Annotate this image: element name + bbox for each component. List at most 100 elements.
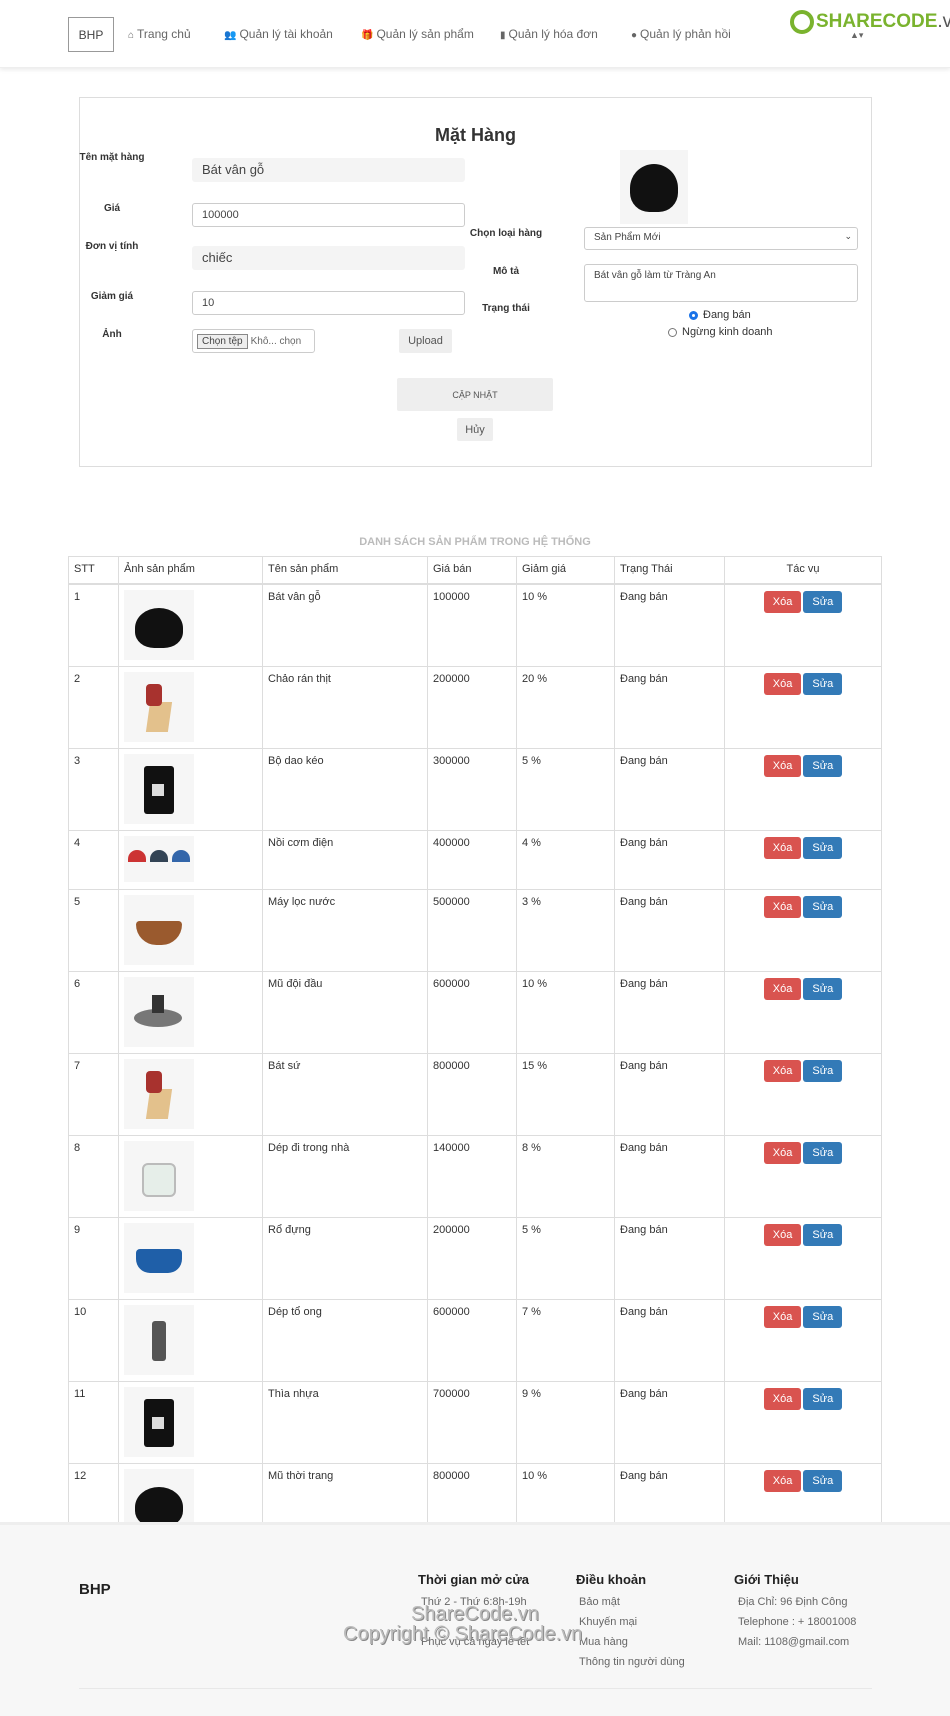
- cell-stt: 11: [68, 1380, 119, 1464]
- edit-button[interactable]: Sửa: [803, 895, 843, 918]
- cell-actions: Xóa Sửa: [724, 747, 882, 831]
- delete-button[interactable]: Xóa: [763, 754, 802, 777]
- radio-unchecked-icon[interactable]: [668, 327, 677, 337]
- cell-image: [118, 747, 263, 831]
- radio-checked-icon[interactable]: [689, 310, 698, 320]
- footer-link-userinfo[interactable]: Thông tin người dùng: [579, 1656, 685, 1668]
- cell-actions: Xóa Sửa: [724, 888, 882, 972]
- delete-button[interactable]: Xóa: [763, 1223, 802, 1246]
- nav-label: Quản lý tài khoản: [239, 27, 333, 41]
- delete-button[interactable]: Xóa: [763, 1141, 802, 1164]
- nav-label: Quản lý sản phẩm: [376, 27, 474, 41]
- footer-link-promo[interactable]: Khuyến mại: [579, 1616, 637, 1628]
- price-input[interactable]: 100000: [192, 203, 465, 227]
- cell-discount: 15 %: [516, 1052, 615, 1136]
- product-table: STT Ảnh sản phẩm Tên sản phẩm Giá bán Gi…: [68, 556, 882, 1546]
- delete-button[interactable]: Xóa: [763, 977, 802, 1000]
- edit-button[interactable]: Sửa: [803, 672, 843, 695]
- cell-image: [118, 1298, 263, 1382]
- name-field[interactable]: Bát vân gỗ: [192, 158, 465, 182]
- cell-stt: 9: [68, 1216, 119, 1300]
- update-button[interactable]: CẬP NHẬT: [397, 378, 553, 411]
- cell-image: [118, 583, 263, 667]
- choose-file-button[interactable]: Chọn tệp: [197, 333, 248, 349]
- description-textarea[interactable]: Bát vân gỗ làm từ Tràng An: [584, 264, 858, 302]
- discount-label: Giảm giá: [90, 291, 134, 302]
- footer-link-privacy[interactable]: Bảo mật: [579, 1596, 620, 1608]
- cell-status: Đang bán: [614, 1380, 725, 1464]
- edit-button[interactable]: Sửa: [803, 977, 843, 1000]
- cell-price: 400000: [427, 829, 517, 890]
- nav-accounts[interactable]: 👥 Quản lý tài khoản: [224, 27, 333, 41]
- table-row: 8 Dép đi trong nhà 140000 8 % Đang bán X…: [68, 1134, 882, 1218]
- footer-hours-title: Thời gian mở cửa: [418, 1572, 529, 1587]
- discount-input[interactable]: 10: [192, 291, 465, 315]
- edit-button[interactable]: Sửa: [803, 590, 843, 613]
- edit-button[interactable]: Sửa: [803, 1387, 843, 1410]
- cell-price: 800000: [427, 1052, 517, 1136]
- cell-name: Dép đi trong nhà: [262, 1134, 428, 1218]
- cell-actions: Xóa Sửa: [724, 1134, 882, 1218]
- delete-button[interactable]: Xóa: [763, 895, 802, 918]
- delete-button[interactable]: Xóa: [763, 1469, 802, 1492]
- nav-invoices[interactable]: ▮ Quản lý hóa đơn: [500, 27, 598, 41]
- price-label: Giá: [103, 203, 121, 214]
- cell-status: Đang bán: [614, 1134, 725, 1218]
- cell-image: [118, 829, 263, 890]
- footer-divider: [79, 1688, 872, 1689]
- logo-suffix: .vn: [937, 11, 950, 32]
- cell-price: 600000: [427, 1298, 517, 1382]
- cell-name: Bát vân gỗ: [262, 583, 428, 667]
- cell-actions: Xóa Sửa: [724, 829, 882, 890]
- cell-image: [118, 1134, 263, 1218]
- unit-field[interactable]: chiếc: [192, 246, 465, 270]
- table-row: 11 Thìa nhựa 700000 9 % Đang bán Xóa Sửa: [68, 1380, 882, 1464]
- nav-home[interactable]: ⌂ Trang chủ: [128, 27, 191, 41]
- delete-button[interactable]: Xóa: [763, 836, 802, 859]
- cell-name: Máy lọc nước: [262, 888, 428, 972]
- cell-price: 140000: [427, 1134, 517, 1218]
- file-input[interactable]: Chọn tệp Khô... chọn: [192, 329, 315, 353]
- table-row: 7 Bát sứ 800000 15 % Đang bán Xóa Sửa: [68, 1052, 882, 1136]
- edit-button[interactable]: Sửa: [803, 1469, 843, 1492]
- cell-price: 700000: [427, 1380, 517, 1464]
- nav-feedback[interactable]: ● Quản lý phản hồi: [631, 27, 731, 41]
- cell-name: Rổ đựng: [262, 1216, 428, 1300]
- navbar: BHP ⌂ Trang chủ 👥 Quản lý tài khoản 🎁 Quản …: [0, 0, 950, 68]
- cell-actions: Xóa Sửa: [724, 665, 882, 749]
- edit-button[interactable]: Sửa: [803, 836, 843, 859]
- edit-button[interactable]: Sửa: [803, 1305, 843, 1328]
- cell-stt: 1: [68, 583, 119, 667]
- delete-button[interactable]: Xóa: [763, 1305, 802, 1328]
- cell-name: Chảo rán thịt: [262, 665, 428, 749]
- footer-brand: BHP: [79, 1581, 111, 1598]
- cell-stt: 3: [68, 747, 119, 831]
- delete-button[interactable]: Xóa: [763, 590, 802, 613]
- footer-link-purchase[interactable]: Mua hàng: [579, 1636, 628, 1648]
- cell-image: [118, 1052, 263, 1136]
- logo-text: SHARECODE: [816, 11, 938, 32]
- status-radio-discontinued[interactable]: Ngừng kinh doanh: [668, 326, 773, 338]
- cell-stt: 8: [68, 1134, 119, 1218]
- delete-button[interactable]: Xóa: [763, 1059, 802, 1082]
- cancel-button[interactable]: Hủy: [457, 418, 493, 441]
- table-row: 2 Chảo rán thịt 200000 20 % Đang bán Xóa…: [68, 665, 882, 749]
- edit-button[interactable]: Sửa: [803, 1141, 843, 1164]
- nav-products[interactable]: 🎁 Quản lý sản phẩm: [361, 27, 474, 41]
- category-select[interactable]: Sản Phẩm Mới ⌄: [584, 227, 858, 250]
- delete-button[interactable]: Xóa: [763, 672, 802, 695]
- cell-status: Đang bán: [614, 888, 725, 972]
- cell-status: Đang bán: [614, 583, 725, 667]
- brand-link[interactable]: BHP: [68, 17, 114, 52]
- edit-button[interactable]: Sửa: [803, 1223, 843, 1246]
- upload-button[interactable]: Upload: [399, 329, 452, 353]
- user-dropdown-icon[interactable]: ▲▾: [850, 30, 863, 41]
- delete-button[interactable]: Xóa: [763, 1387, 802, 1410]
- edit-button[interactable]: Sửa: [803, 1059, 843, 1082]
- description-label: Mô tả: [492, 266, 520, 277]
- cell-stt: 5: [68, 888, 119, 972]
- status-radio-selling[interactable]: Đang bán: [689, 309, 751, 321]
- form-title: Mặt Hàng: [435, 125, 516, 145]
- edit-button[interactable]: Sửa: [803, 754, 843, 777]
- file-status: Khô... chọn: [250, 335, 302, 347]
